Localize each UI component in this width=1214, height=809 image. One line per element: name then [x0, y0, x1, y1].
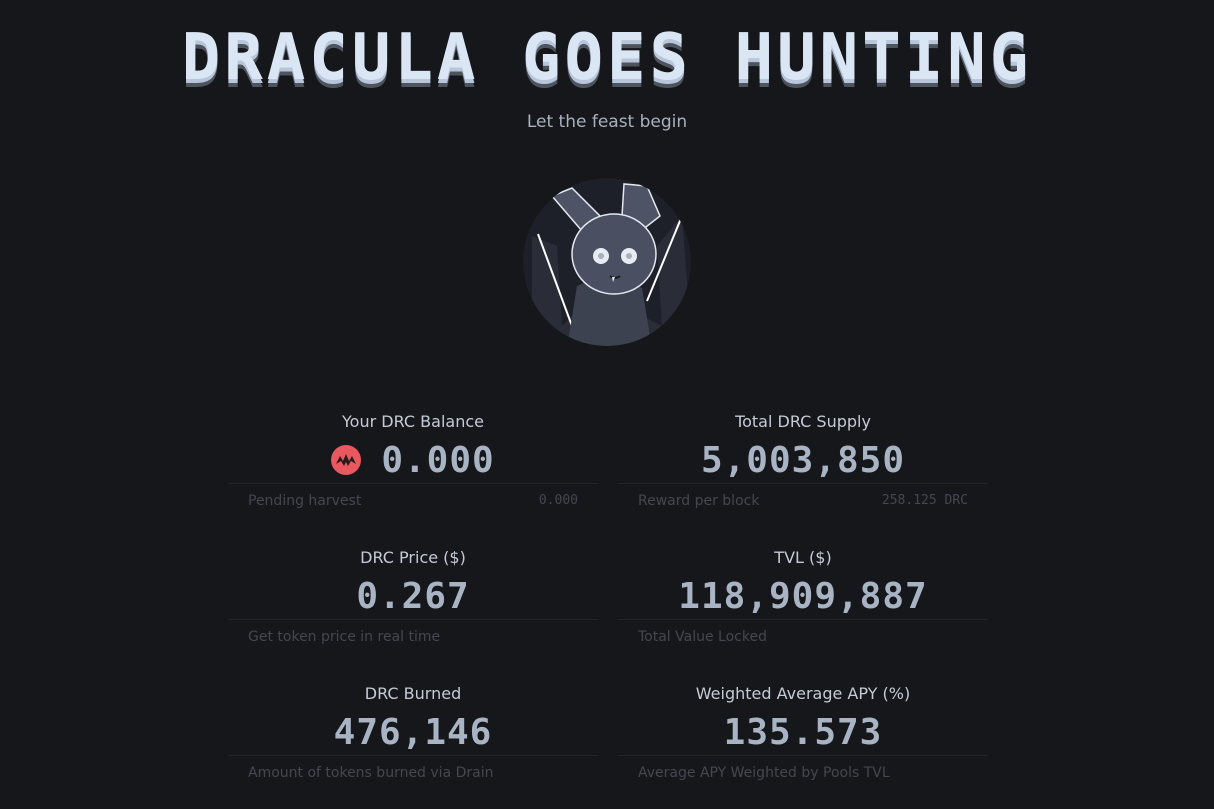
divider: [228, 483, 598, 484]
burned-footer-label: Amount of tokens burned via Drain: [248, 765, 494, 781]
price-footer-label: Get token price in real time: [248, 629, 441, 645]
burned-label: DRC Burned: [364, 684, 462, 703]
divider: [618, 619, 988, 620]
page-title: DRACULA GOES HUNTING: [181, 21, 1033, 95]
bat-mascot-icon: [523, 178, 691, 346]
burned-footer: Amount of tokens burned via Drain: [248, 765, 578, 781]
supply-footer: Reward per block 258.125 DRC: [638, 493, 968, 509]
balance-value: 0.000: [381, 439, 495, 481]
burned-value-row: 476,146: [228, 710, 598, 754]
apy-card: Weighted Average APY (%) 135.573 Average…: [618, 672, 988, 792]
burned-card: DRC Burned 476,146 Amount of tokens burn…: [228, 672, 598, 792]
apy-value: 135.573: [723, 711, 883, 753]
apy-label: Weighted Average APY (%): [695, 684, 911, 703]
burned-value: 476,146: [333, 711, 493, 753]
page-subtitle: Let the feast begin: [526, 112, 688, 132]
divider: [618, 755, 988, 756]
reward-per-block-value: 258.125 DRC: [881, 493, 968, 508]
apy-footer: Average APY Weighted by Pools TVL: [638, 765, 968, 781]
balance-label: Your DRC Balance: [342, 412, 484, 431]
balance-card: Your DRC Balance 0.000 Pending harvest 0…: [228, 400, 598, 520]
balance-footer: Pending harvest 0.000: [248, 493, 578, 509]
price-value-row: 0.267: [228, 574, 598, 618]
apy-footer-label: Average APY Weighted by Pools TVL: [638, 765, 890, 781]
tvl-footer: Total Value Locked: [638, 629, 968, 645]
price-label: DRC Price ($): [360, 548, 466, 567]
pending-harvest-value: 0.000: [538, 493, 578, 508]
tvl-value-row: 118,909,887: [618, 574, 988, 618]
reward-per-block-label: Reward per block: [638, 493, 760, 509]
supply-value: 5,003,850: [700, 439, 906, 481]
tvl-value: 118,909,887: [678, 575, 928, 617]
price-value: 0.267: [356, 575, 470, 617]
pending-harvest-label: Pending harvest: [248, 493, 362, 509]
price-footer: Get token price in real time: [248, 629, 578, 645]
balance-value-row: 0.000: [228, 438, 598, 482]
tvl-label: TVL ($): [774, 548, 832, 567]
divider: [228, 755, 598, 756]
drc-token-icon: [331, 445, 362, 475]
page: DRACULA GOES HUNTING Let the feast begin: [0, 0, 1214, 809]
tvl-footer-label: Total Value Locked: [638, 629, 767, 645]
supply-value-row: 5,003,850: [618, 438, 988, 482]
supply-label: Total DRC Supply: [735, 412, 871, 431]
tvl-card: TVL ($) 118,909,887 Total Value Locked: [618, 536, 988, 656]
price-card: DRC Price ($) 0.267 Get token price in r…: [228, 536, 598, 656]
divider: [618, 483, 988, 484]
divider: [228, 619, 598, 620]
apy-value-row: 135.573: [618, 710, 988, 754]
supply-card: Total DRC Supply 5,003,850 Reward per bl…: [618, 400, 988, 520]
